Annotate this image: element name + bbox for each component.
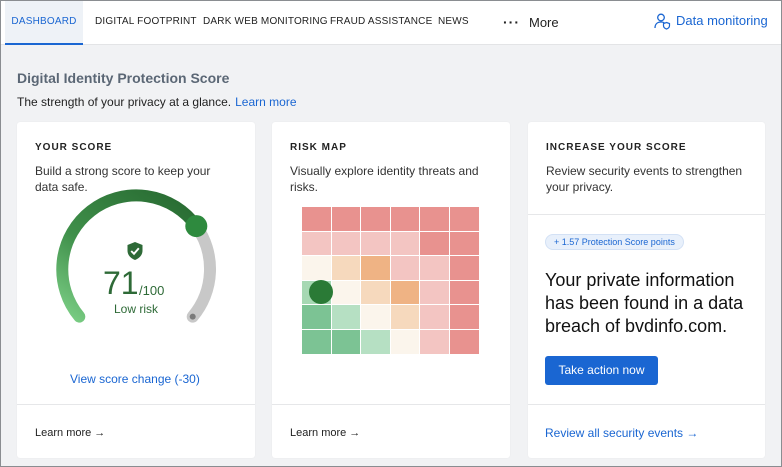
heatmap-cell[interactable] — [420, 207, 449, 231]
increase-score-card: INCREASE YOUR SCORE Review security even… — [528, 122, 765, 458]
view-score-change-link[interactable]: View score change (-30) — [70, 372, 200, 386]
heatmap-cell[interactable] — [450, 330, 479, 354]
heatmap-cell[interactable] — [331, 256, 361, 280]
score-card-heading: YOUR SCORE — [35, 142, 113, 153]
increase-desc-line-1: Review security events to strengthen — [546, 164, 743, 178]
heatmap-cell[interactable] — [450, 231, 479, 256]
heatmap-cell[interactable] — [390, 305, 420, 329]
risk-card-description: Visually explore identity threats and ri… — [290, 163, 479, 195]
increase-card-heading: INCREASE YOUR SCORE — [546, 142, 687, 153]
heatmap-cell[interactable] — [331, 207, 361, 231]
heatmap-cell[interactable] — [420, 330, 449, 354]
risk-level: Low risk — [114, 302, 159, 316]
data-monitoring-link[interactable]: Data monitoring — [653, 1, 768, 45]
headline-line-2: has been found in a data — [545, 293, 744, 313]
heatmap-cell[interactable] — [420, 231, 449, 256]
heatmap-cell[interactable] — [390, 207, 420, 231]
increase-card-description: Review security events to strengthen you… — [546, 163, 742, 195]
score-card-divider — [17, 404, 255, 405]
tab-dashboard[interactable]: DASHBOARD — [5, 1, 83, 45]
headline-line-3: breach of bvdinfo.com. — [545, 316, 728, 336]
risk-card-divider — [272, 404, 510, 405]
heatmap-cell[interactable] — [361, 305, 390, 329]
heatmap-cell[interactable] — [302, 305, 331, 329]
gauge-knob[interactable] — [185, 215, 208, 238]
heatmap-cell[interactable] — [361, 330, 390, 354]
score-card: YOUR SCORE Build a strong score to keep … — [17, 122, 255, 458]
score-value: 71 — [103, 265, 139, 301]
heatmap-cell[interactable] — [420, 256, 449, 280]
heatmap-cell[interactable] — [361, 280, 390, 305]
heatmap-cell[interactable] — [450, 207, 479, 231]
risk-desc-line-1: Visually explore identity threats and — [290, 164, 479, 178]
subtitle-text: The strength of your privacy at a glance… — [17, 95, 232, 109]
heatmap-cell[interactable] — [450, 256, 479, 280]
page-subtitle: The strength of your privacy at a glance… — [17, 95, 297, 109]
score-gauge — [56, 189, 216, 323]
increase-desc-line-2: your privacy. — [546, 180, 614, 194]
heatmap-cell[interactable] — [420, 280, 449, 305]
top-navigation: DASHBOARD DIGITAL FOOTPRINT DARK WEB MON… — [1, 1, 781, 45]
data-monitoring-label: Data monitoring — [676, 13, 768, 28]
risk-heatmap — [302, 207, 480, 355]
heatmap-cell[interactable] — [450, 280, 479, 305]
risk-desc-line-2: risks. — [290, 180, 318, 194]
breach-headline: Your private information has been found … — [545, 269, 757, 338]
increase-card-top-divider — [528, 214, 765, 215]
take-action-button[interactable]: Take action now — [545, 356, 658, 385]
heatmap-cell[interactable] — [420, 305, 449, 329]
header-learn-more-link[interactable]: Learn more — [235, 95, 296, 109]
heatmap-cell[interactable] — [302, 256, 331, 280]
shield-check-icon — [127, 242, 143, 260]
risk-card-heading: RISK MAP — [290, 142, 347, 153]
heatmap-cell[interactable] — [390, 280, 420, 305]
risk-position-marker[interactable] — [309, 279, 333, 304]
ellipsis-icon: ··· — [503, 14, 520, 30]
tab-news[interactable]: NEWS — [438, 1, 469, 45]
heatmap-cell[interactable] — [331, 305, 361, 329]
tab-digital-footprint[interactable]: DIGITAL FOOTPRINT — [95, 1, 197, 45]
score-max: /100 — [139, 283, 165, 298]
heatmap-cell[interactable] — [390, 256, 420, 280]
heatmap-cell[interactable] — [331, 231, 361, 256]
gauge-end-dot — [189, 313, 196, 320]
score-desc-line-1: Build a strong score to keep your — [35, 164, 211, 178]
heatmap-cell[interactable] — [361, 231, 390, 256]
increase-card-divider — [528, 404, 765, 405]
heatmap-cell[interactable] — [331, 330, 361, 354]
risk-learn-more-link[interactable]: Learn more → — [290, 427, 360, 439]
heatmap-cell[interactable] — [390, 330, 420, 354]
heatmap-cell[interactable] — [302, 207, 331, 231]
gauge-track — [186, 220, 216, 323]
review-security-events-link[interactable]: Review all security events → — [545, 426, 698, 440]
tab-fraud-assistance[interactable]: FRAUD ASSISTANCE — [330, 1, 432, 45]
headline-line-1: Your private information — [545, 270, 735, 290]
heatmap-cell[interactable] — [450, 305, 479, 329]
heatmap-cell[interactable] — [390, 231, 420, 256]
heatmap-cell[interactable] — [331, 280, 361, 305]
protection-points-badge: + 1.57 Protection Score points — [545, 234, 684, 250]
heatmap-cell[interactable] — [361, 207, 390, 231]
more-menu[interactable]: ··· More — [503, 1, 559, 45]
heatmap-cell[interactable] — [361, 256, 390, 280]
heatmap-cell[interactable] — [302, 330, 331, 354]
user-shield-icon — [654, 13, 671, 30]
page-title: Digital Identity Protection Score — [17, 70, 230, 86]
score-learn-more-link[interactable]: Learn more → — [35, 427, 105, 439]
more-label: More — [529, 15, 559, 30]
heatmap-cell[interactable] — [302, 231, 331, 256]
tab-dark-web-monitoring[interactable]: DARK WEB MONITORING — [203, 1, 328, 45]
risk-map-card: RISK MAP Visually explore identity threa… — [272, 122, 510, 458]
